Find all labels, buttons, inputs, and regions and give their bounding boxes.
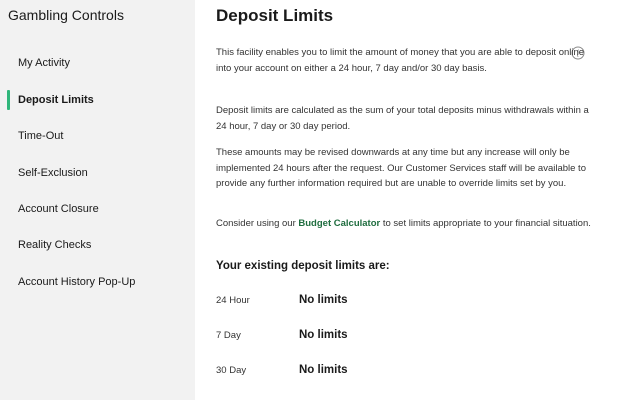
sidebar-item-reality-checks[interactable]: Reality Checks [0,234,195,256]
sidebar-item-account-closure[interactable]: Account Closure [0,198,195,220]
budget-calculator-link[interactable]: Budget Calculator [298,218,380,229]
limit-value-30-day: No limits [299,364,348,376]
budget-text-after: to set limits appropriate to your financ… [380,218,591,229]
budget-text-before: Consider using our [216,218,299,229]
page-title: Deposit Limits [216,6,334,25]
sidebar-item-self-exclusion[interactable]: Self-Exclusion [0,162,195,184]
sidebar-item-deposit-limits[interactable]: Deposit Limits [0,89,195,111]
calculation-paragraph: Deposit limits are calculated as the sum… [216,105,589,132]
limit-value-7-day: No limits [299,329,348,341]
sidebar-title: Gambling Controls [8,7,124,23]
budget-paragraph: Consider using our Budget Calculator to … [216,216,596,232]
intro-paragraph: This facility enables you to limit the a… [216,47,585,74]
existing-limits-heading: Your existing deposit limits are: [216,260,390,272]
main-content: Deposit Limits i This facility enables y… [195,0,633,400]
limit-period-30-day: 30 Day [216,365,247,376]
limit-value-24-hour: No limits [299,294,348,306]
sidebar-item-time-out[interactable]: Time-Out [0,125,195,147]
revision-paragraph: These amounts may be revised downwards a… [216,147,586,189]
sidebar: Gambling Controls My Activity Deposit Li… [0,0,195,400]
sidebar-item-my-activity[interactable]: My Activity [0,52,195,74]
limit-period-7-day: 7 Day [216,330,241,341]
limit-period-24-hour: 24 Hour [216,295,250,306]
sidebar-item-account-history-popup[interactable]: Account History Pop-Up [0,271,195,293]
